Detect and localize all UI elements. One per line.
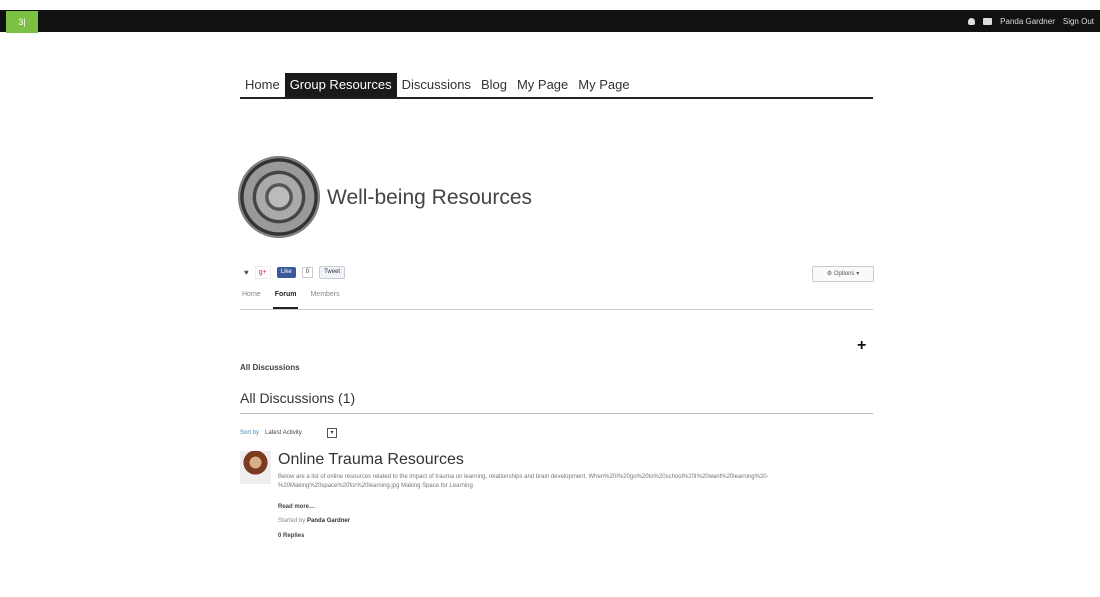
nav-item-group-resources[interactable]: Group Resources xyxy=(284,73,397,97)
user-icon[interactable] xyxy=(968,17,976,25)
main-nav: Home Group Resources Discussions Blog My… xyxy=(240,73,873,99)
started-by-label: Started by xyxy=(278,518,306,524)
message-icon[interactable] xyxy=(983,17,993,25)
options-button[interactable]: ⚙ Options ▾ xyxy=(812,266,874,282)
discussion-title[interactable]: Online Trauma Resources xyxy=(278,451,464,469)
section-label: All Discussions xyxy=(240,363,300,372)
nav-item-my-page-2[interactable]: My Page xyxy=(573,73,634,97)
site-logo[interactable]: 3| xyxy=(6,11,38,33)
started-by: Started by Panda Gardner xyxy=(278,518,350,524)
sort-select[interactable]: Latest Activity xyxy=(265,430,321,436)
author-name-link[interactable]: Panda Gardner xyxy=(307,518,350,524)
top-bar xyxy=(0,10,1100,32)
nav-item-my-page[interactable]: My Page xyxy=(512,73,573,97)
tab-forum[interactable]: Forum xyxy=(272,289,299,309)
nav-item-blog[interactable]: Blog xyxy=(476,73,512,97)
chevron-down-icon: ▾ xyxy=(856,271,860,277)
tab-home[interactable]: Home xyxy=(240,289,263,309)
nav-item-discussions[interactable]: Discussions xyxy=(397,73,476,97)
options-label: Options xyxy=(833,271,855,277)
add-discussion-button[interactable]: + xyxy=(857,337,866,355)
group-title: Well-being Resources xyxy=(327,186,533,209)
nav-item-home[interactable]: Home xyxy=(240,73,285,97)
topbar-user-area: Panda Gardner Sign Out xyxy=(968,10,1094,32)
tab-members[interactable]: Members xyxy=(308,289,341,309)
tweet-button[interactable]: Tweet xyxy=(319,265,346,279)
group-tabs: Home Forum Members xyxy=(240,289,873,310)
facebook-like-button[interactable]: Like xyxy=(276,266,296,278)
heart-icon[interactable]: ♥ xyxy=(244,268,249,277)
group-avatar xyxy=(238,156,320,238)
user-name-link[interactable]: Panda Gardner xyxy=(1000,17,1055,26)
gear-icon: ⚙ xyxy=(826,271,833,277)
sign-out-link[interactable]: Sign Out xyxy=(1063,17,1094,26)
discussions-heading: All Discussions (1) xyxy=(240,390,356,406)
social-share-row: ♥ g+ Like 0 Tweet xyxy=(244,265,346,279)
read-more-link[interactable]: Read more… xyxy=(278,504,315,510)
select-arrow-icon[interactable]: ▾ xyxy=(327,428,338,438)
gplus-icon[interactable]: g+ xyxy=(254,265,271,279)
discussion-excerpt: Below are a list of online resources rel… xyxy=(278,474,769,489)
author-avatar[interactable] xyxy=(240,451,271,484)
replies-link[interactable]: 0 Replies xyxy=(278,533,304,539)
divider xyxy=(240,413,873,414)
sort-label: Sort by xyxy=(240,430,260,436)
facebook-like-count: 0 xyxy=(301,266,314,278)
sort-row: Sort by Latest Activity ▾ xyxy=(240,428,338,438)
